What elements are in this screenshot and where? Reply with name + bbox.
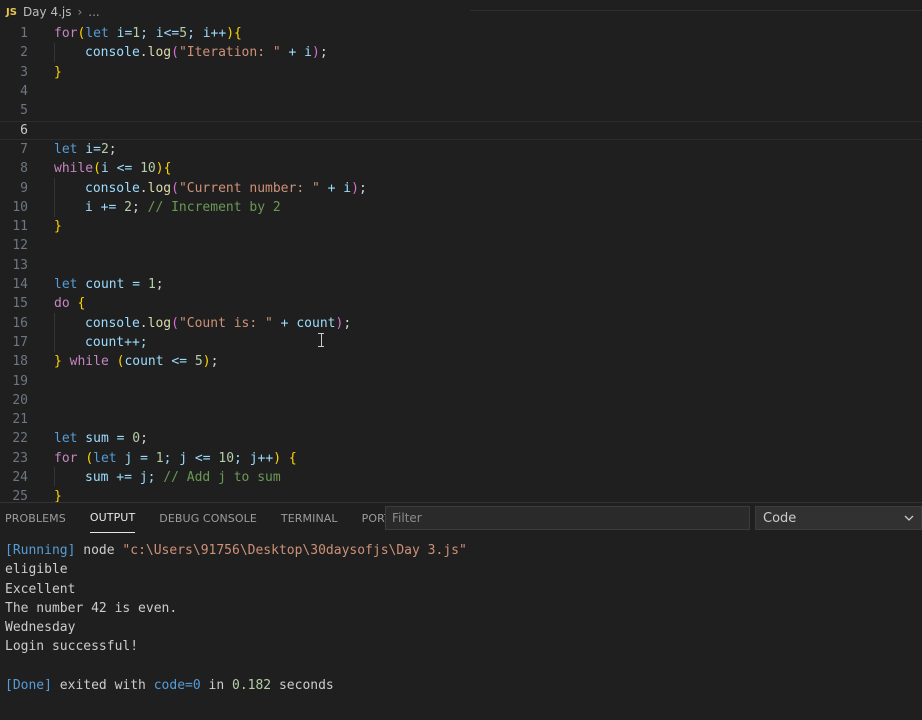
line-code: i += 2; // Increment by 2 bbox=[85, 199, 281, 215]
tab-debug-console[interactable]: DEBUG CONSOLE bbox=[159, 503, 257, 533]
output-line: The number 42 is even. bbox=[5, 600, 178, 616]
line-code: console.log("Count is: " + count); bbox=[85, 315, 352, 331]
line-code: let count = 1; bbox=[54, 277, 164, 293]
line-code: do { bbox=[54, 296, 86, 312]
code-line-current: 6 bbox=[0, 120, 922, 140]
code-line: 15 do { bbox=[0, 294, 922, 313]
code-line: 12 bbox=[0, 236, 922, 255]
line-number: 7 bbox=[20, 141, 28, 157]
filter-placeholder: Filter bbox=[392, 511, 422, 525]
code-line: 21 bbox=[0, 410, 922, 429]
line-number: 13 bbox=[12, 257, 28, 273]
code-line: 24 sum += j; // Add j to sum bbox=[0, 468, 922, 487]
output-channel-value: Code bbox=[763, 510, 797, 526]
breadcrumb-more[interactable]: ... bbox=[88, 5, 99, 19]
code-line: 20 bbox=[0, 391, 922, 410]
line-code: } bbox=[54, 489, 62, 502]
line-code: } bbox=[54, 64, 62, 80]
line-number: 21 bbox=[12, 412, 28, 428]
line-code: sum += j; // Add j to sum bbox=[85, 470, 281, 486]
text-cursor-icon bbox=[318, 333, 324, 347]
line-number: 2 bbox=[20, 45, 28, 61]
code-line: 17 count++; bbox=[0, 333, 922, 352]
line-number: 24 bbox=[12, 470, 28, 486]
line-code: console.log("Current number: " + i); bbox=[85, 180, 367, 196]
code-editor[interactable]: 1 for(let i=1; i<=5; i++){ 2 console.log… bbox=[0, 24, 922, 502]
line-number: 3 bbox=[20, 64, 28, 80]
output-line-done: [Done] exited with code=0 in 0.182 secon… bbox=[5, 678, 334, 694]
code-line: 5 bbox=[0, 101, 922, 120]
line-code: console.log("Iteration: " + i); bbox=[85, 45, 328, 61]
code-line: 23 for (let j = 1; j <= 10; j++) { bbox=[0, 449, 922, 468]
line-number: 15 bbox=[12, 296, 28, 312]
filter-input[interactable]: Filter bbox=[385, 506, 750, 530]
line-number: 17 bbox=[12, 334, 28, 350]
line-code: } bbox=[54, 219, 62, 235]
line-number: 16 bbox=[12, 315, 28, 331]
output-line-running: [Running] node "c:\Users\91756\Desktop\3… bbox=[5, 543, 467, 558]
code-line: 4 bbox=[0, 82, 922, 101]
tab-terminal[interactable]: TERMINAL bbox=[281, 503, 338, 533]
line-number: 20 bbox=[12, 392, 28, 408]
line-code: count++; bbox=[85, 334, 148, 350]
line-number: 12 bbox=[12, 238, 28, 254]
code-line: 14 let count = 1; bbox=[0, 275, 922, 294]
line-number: 22 bbox=[12, 431, 28, 447]
line-code: while(i <= 10){ bbox=[54, 161, 172, 177]
tab-problems[interactable]: PROBLEMS bbox=[5, 503, 66, 533]
output-line: eligible bbox=[5, 562, 68, 578]
code-line: 8 while(i <= 10){ bbox=[0, 159, 922, 178]
line-number: 11 bbox=[12, 219, 28, 235]
line-number: 4 bbox=[20, 84, 28, 100]
line-number: 14 bbox=[12, 277, 28, 293]
line-number: 25 bbox=[12, 489, 28, 502]
line-code: } while (count <= 5); bbox=[54, 354, 219, 370]
code-line: 25 } bbox=[0, 487, 922, 502]
line-number: 6 bbox=[20, 122, 28, 138]
output-blank-line bbox=[5, 657, 915, 676]
line-number: 1 bbox=[20, 26, 28, 42]
output-line: Wednesday bbox=[5, 620, 76, 636]
code-line: 9 console.log("Current number: " + i); bbox=[0, 178, 922, 197]
line-code: let sum = 0; bbox=[54, 431, 148, 447]
line-number: 8 bbox=[20, 161, 28, 177]
line-code: for(let i=1; i<=5; i++){ bbox=[54, 26, 242, 42]
code-line: 11 } bbox=[0, 217, 922, 236]
code-line: 18 } while (count <= 5); bbox=[0, 352, 922, 371]
line-number: 18 bbox=[12, 354, 28, 370]
output-line: Excellent bbox=[5, 581, 76, 597]
chevron-down-icon bbox=[904, 515, 914, 521]
line-number: 19 bbox=[12, 373, 28, 389]
code-line: 2 console.log("Iteration: " + i); bbox=[0, 43, 922, 62]
output-log: [Running] node "c:\Users\91756\Desktop\3… bbox=[5, 541, 915, 695]
line-number: 5 bbox=[20, 103, 28, 119]
line-code: for (let j = 1; j <= 10; j++) { bbox=[54, 450, 297, 466]
javascript-file-icon: JS bbox=[6, 6, 17, 18]
line-code: let i=2; bbox=[54, 141, 117, 157]
code-line: 10 i += 2; // Increment by 2 bbox=[0, 198, 922, 217]
code-line: 1 for(let i=1; i<=5; i++){ bbox=[0, 24, 922, 43]
code-line: 19 bbox=[0, 371, 922, 390]
code-line: 3 } bbox=[0, 63, 922, 82]
code-line: 22 let sum = 0; bbox=[0, 429, 922, 448]
output-line: Login successful! bbox=[5, 639, 139, 655]
code-line: 16 console.log("Count is: " + count); bbox=[0, 314, 922, 333]
line-number: 10 bbox=[12, 199, 28, 215]
editor-scroll-shadow bbox=[470, 0, 922, 11]
tab-output[interactable]: OUTPUT bbox=[89, 503, 136, 533]
output-channel-select[interactable]: Code bbox=[755, 506, 922, 530]
line-number: 23 bbox=[12, 450, 28, 466]
line-number: 9 bbox=[20, 180, 28, 196]
code-line: 7 let i=2; bbox=[0, 140, 922, 159]
breadcrumb-file[interactable]: Day 4.js bbox=[23, 5, 72, 19]
chevron-right-icon: › bbox=[77, 5, 83, 19]
code-line: 13 bbox=[0, 256, 922, 275]
